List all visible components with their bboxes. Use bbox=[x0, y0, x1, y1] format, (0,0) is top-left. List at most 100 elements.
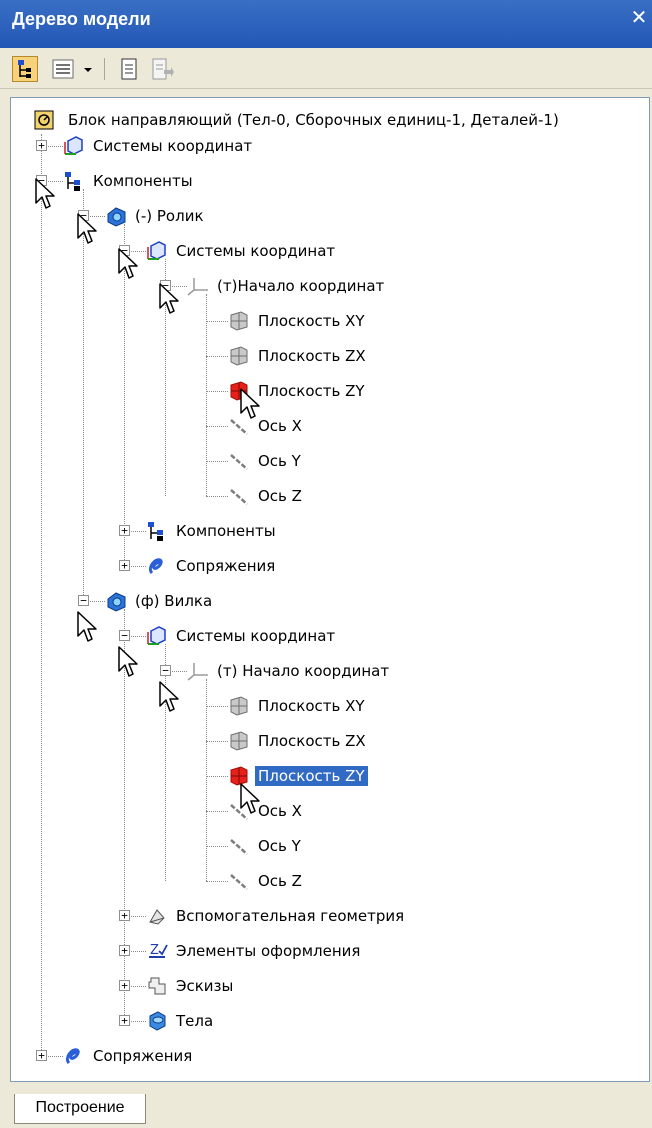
collapse-button[interactable]: − bbox=[78, 595, 89, 606]
tree-item-label[interactable]: Сопряжения bbox=[90, 1046, 195, 1066]
tree-connector bbox=[206, 426, 228, 427]
panel-tab-bar: Построение bbox=[0, 1086, 652, 1128]
coordinate-system-icon bbox=[147, 626, 166, 645]
model-tree-window: Дерево модели ✕ Блок направляющий (Тел-0… bbox=[0, 0, 652, 1128]
bodies-icon bbox=[149, 1011, 166, 1031]
tree-item-label[interactable]: Ось X bbox=[255, 801, 305, 821]
tree-item-label[interactable]: Вспомогательная геометрия bbox=[173, 906, 407, 926]
expand-button[interactable]: + bbox=[36, 1050, 47, 1061]
svg-text:Z: Z bbox=[150, 943, 159, 958]
expand-button[interactable]: + bbox=[119, 910, 130, 921]
mouse-pointer-icon bbox=[118, 248, 138, 279]
coordinate-system-icon bbox=[64, 136, 83, 155]
tree-guide-line bbox=[206, 679, 207, 881]
tree-item-label[interactable]: Эскизы bbox=[173, 976, 236, 996]
coordinate-system-icon bbox=[147, 241, 166, 260]
axis-icon bbox=[230, 489, 248, 505]
origin-icon bbox=[187, 663, 208, 681]
document-export-button[interactable] bbox=[148, 56, 174, 82]
tree-connector bbox=[206, 776, 228, 777]
tree-item-label[interactable]: Тела bbox=[173, 1011, 216, 1031]
plane-icon bbox=[230, 696, 248, 716]
tree-item-label[interactable]: (т)Начало координат bbox=[214, 276, 387, 296]
expand-button[interactable]: + bbox=[119, 980, 130, 991]
mouse-pointer-icon bbox=[77, 213, 97, 244]
mates-icon bbox=[148, 558, 163, 575]
mouse-pointer-icon bbox=[77, 611, 97, 642]
tree-connector bbox=[206, 356, 228, 357]
dropdown-arrow-icon bbox=[84, 68, 92, 72]
window-title: Дерево модели bbox=[12, 9, 151, 29]
tree-item-label[interactable]: Плоскость XY bbox=[255, 696, 368, 716]
tree-item-label[interactable]: Ось Y bbox=[255, 451, 304, 471]
tree-item-label[interactable]: Системы координат bbox=[173, 626, 338, 646]
expand-button[interactable]: + bbox=[119, 525, 130, 536]
tree-item-label[interactable]: Системы координат bbox=[90, 136, 255, 156]
collapse-button[interactable]: − bbox=[160, 665, 171, 676]
tree-connector bbox=[206, 461, 228, 462]
expand-button[interactable]: + bbox=[36, 140, 47, 151]
toolbar bbox=[0, 48, 652, 89]
tree-item-label[interactable]: Плоскость ZY bbox=[255, 381, 368, 401]
tab-construction[interactable]: Построение bbox=[14, 1094, 146, 1124]
tree-item-label[interactable]: Ось Y bbox=[255, 836, 304, 856]
expand-button[interactable]: + bbox=[119, 945, 130, 956]
plane-icon bbox=[230, 731, 248, 751]
close-button[interactable]: ✕ bbox=[630, 6, 648, 28]
tree-connector bbox=[206, 391, 228, 392]
plane-icon bbox=[230, 346, 248, 366]
tree-item-label[interactable]: Сопряжения bbox=[173, 556, 278, 576]
axis-icon bbox=[230, 839, 248, 855]
tree-item-label[interactable]: Плоскость XY bbox=[255, 311, 368, 331]
expand-button[interactable]: + bbox=[119, 560, 130, 571]
sketches-icon bbox=[148, 977, 166, 995]
tree-root-label[interactable]: Блок направляющий (Тел-0, Сборочных един… bbox=[65, 110, 562, 130]
tree-item-label[interactable]: (-) Ролик bbox=[132, 206, 207, 226]
tree-item-label[interactable]: Плоскость ZX bbox=[255, 731, 369, 751]
list-view-button[interactable] bbox=[50, 56, 76, 82]
list-view-icon bbox=[52, 59, 74, 79]
view-dropdown-button[interactable] bbox=[80, 56, 96, 82]
tree-guide-line bbox=[165, 644, 166, 881]
tree-item-label[interactable]: Ось Z bbox=[255, 486, 305, 506]
mouse-pointer-icon bbox=[35, 178, 55, 209]
tree-item-label[interactable]: Компоненты bbox=[90, 171, 196, 191]
tree-connector bbox=[206, 741, 228, 742]
tree-guide-line bbox=[41, 134, 42, 1056]
mouse-pointer-icon bbox=[159, 681, 179, 712]
tree-view-icon bbox=[18, 60, 31, 78]
tree-item-label[interactable]: Плоскость ZY bbox=[255, 766, 368, 786]
components-icon bbox=[65, 172, 80, 191]
document-icon bbox=[121, 58, 137, 80]
tree-item-label[interactable]: (т) Начало координат bbox=[214, 661, 392, 681]
collapse-button[interactable]: − bbox=[119, 630, 130, 641]
tree-view-button[interactable] bbox=[12, 56, 38, 82]
document-export-icon bbox=[152, 58, 174, 80]
mouse-pointer-icon bbox=[159, 283, 179, 314]
mouse-pointer-icon bbox=[118, 646, 138, 677]
annotation-elements-icon: Z bbox=[149, 943, 168, 958]
mates-icon bbox=[65, 1048, 80, 1065]
mouse-pointer-icon bbox=[240, 388, 260, 419]
model-tree: Блок направляющий (Тел-0, Сборочных един… bbox=[10, 97, 650, 1082]
tree-item-label[interactable]: Плоскость ZX bbox=[255, 346, 369, 366]
document-button[interactable] bbox=[116, 56, 142, 82]
tree-guide-line bbox=[83, 189, 84, 601]
axis-icon bbox=[230, 454, 248, 470]
tree-item-label[interactable]: Элементы оформления bbox=[173, 941, 363, 961]
tree-connector bbox=[206, 321, 228, 322]
tree-item-label[interactable]: (ф) Вилка bbox=[132, 591, 215, 611]
tree-connector bbox=[206, 881, 228, 882]
assembly-icon bbox=[34, 110, 54, 130]
origin-icon bbox=[187, 278, 208, 296]
tree-item-label[interactable]: Ось Z bbox=[255, 871, 305, 891]
title-bar[interactable]: Дерево модели ✕ bbox=[0, 0, 652, 48]
axis-icon bbox=[230, 874, 248, 890]
auxiliary-geometry-icon bbox=[149, 909, 165, 925]
tree-item-label[interactable]: Системы координат bbox=[173, 241, 338, 261]
tree-item-label[interactable]: Ось X bbox=[255, 416, 305, 436]
expand-button[interactable]: + bbox=[119, 1015, 130, 1026]
tree-item-label[interactable]: Компоненты bbox=[173, 521, 279, 541]
mouse-pointer-icon bbox=[240, 783, 260, 814]
tree-guide-line bbox=[206, 294, 207, 496]
